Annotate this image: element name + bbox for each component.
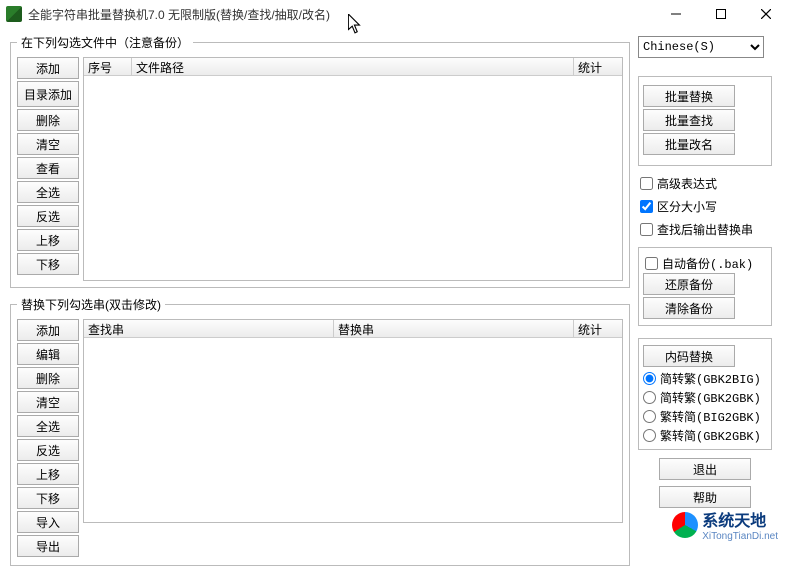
files-list[interactable]: 序号 文件路径 统计	[83, 57, 623, 281]
watermark: 系统天地 XiTongTianDi.net	[672, 507, 778, 542]
advanced-expr-check[interactable]: 高级表达式	[638, 174, 772, 193]
view-button[interactable]: 查看	[17, 157, 79, 179]
batch-rename-button[interactable]: 批量改名	[643, 133, 735, 155]
move-up-button[interactable]: 上移	[17, 229, 79, 251]
radio-s2t-gbk2big[interactable]: 简转繁(GBK2BIG)	[643, 369, 767, 388]
strings-list-body[interactable]	[84, 338, 622, 522]
strings-list-header: 查找串 替换串 统计	[84, 320, 622, 338]
str-invert-button[interactable]: 反选	[17, 439, 79, 461]
radio-t2s-gbk2gbk[interactable]: 繁转简(GBK2GBK)	[643, 426, 767, 445]
output-replaced-check[interactable]: 查找后输出替换串	[638, 220, 772, 239]
str-add-button[interactable]: 添加	[17, 319, 79, 341]
add-folder-button[interactable]: 目录添加	[17, 81, 79, 107]
case-sensitive-check[interactable]: 区分大小写	[638, 197, 772, 216]
delete-button[interactable]: 删除	[17, 109, 79, 131]
col-path[interactable]: 文件路径	[132, 58, 574, 75]
window-controls	[653, 0, 788, 28]
files-group: 在下列勾选文件中（注意备份） 添加 目录添加 删除 清空 查看 全选 反选 上移…	[10, 34, 630, 288]
minimize-button[interactable]	[653, 0, 698, 28]
invert-selection-button[interactable]: 反选	[17, 205, 79, 227]
output-replaced-checkbox[interactable]	[640, 223, 653, 236]
case-sensitive-checkbox[interactable]	[640, 200, 653, 213]
batch-replace-button[interactable]: 批量替换	[643, 85, 735, 107]
strings-list[interactable]: 查找串 替换串 统计	[83, 319, 623, 523]
app-icon	[6, 6, 22, 22]
col-stats[interactable]: 统计	[574, 58, 622, 75]
titlebar: 全能字符串批量替换机7.0 无限制版(替换/查找/抽取/改名)	[0, 0, 788, 28]
strings-group: 替换下列勾选串(双击修改) 添加 编辑 删除 清空 全选 反选 上移 下移 导入…	[10, 296, 630, 566]
watermark-brand: 系统天地	[702, 507, 778, 531]
col-no[interactable]: 序号	[84, 58, 132, 75]
select-all-button[interactable]: 全选	[17, 181, 79, 203]
strings-group-legend: 替换下列勾选串(双击修改)	[17, 296, 165, 313]
radio-t2s-big2gbk[interactable]: 繁转简(BIG2GBK)	[643, 407, 767, 426]
str-edit-button[interactable]: 编辑	[17, 343, 79, 365]
watermark-url: XiTongTianDi.net	[702, 531, 778, 542]
str-move-down-button[interactable]: 下移	[17, 487, 79, 509]
col-stats2[interactable]: 统计	[574, 320, 622, 337]
advanced-expr-checkbox[interactable]	[640, 177, 653, 190]
batch-find-button[interactable]: 批量查找	[643, 109, 735, 131]
radio-s2t-gbk2gbk[interactable]: 简转繁(GBK2GBK)	[643, 388, 767, 407]
export-button[interactable]: 导出	[17, 535, 79, 557]
import-button[interactable]: 导入	[17, 511, 79, 533]
autobackup-checkbox[interactable]	[645, 257, 658, 270]
exit-button[interactable]: 退出	[659, 458, 751, 480]
autobackup-check[interactable]: 自动备份(.bak)	[643, 254, 767, 273]
watermark-logo-icon	[672, 512, 698, 538]
window-title: 全能字符串批量替换机7.0 无限制版(替换/查找/抽取/改名)	[28, 6, 653, 23]
maximize-button[interactable]	[698, 0, 743, 28]
encoding-replace-button[interactable]: 内码替换	[643, 345, 735, 367]
str-select-all-button[interactable]: 全选	[17, 415, 79, 437]
cursor-icon	[348, 14, 362, 34]
str-clear-button[interactable]: 清空	[17, 391, 79, 413]
restore-backup-button[interactable]: 还原备份	[643, 273, 735, 295]
files-list-body[interactable]	[84, 76, 622, 280]
clear-button[interactable]: 清空	[17, 133, 79, 155]
add-button[interactable]: 添加	[17, 57, 79, 79]
move-down-button[interactable]: 下移	[17, 253, 79, 275]
col-replace[interactable]: 替换串	[334, 320, 574, 337]
files-list-header: 序号 文件路径 统计	[84, 58, 622, 76]
str-move-up-button[interactable]: 上移	[17, 463, 79, 485]
files-group-legend: 在下列勾选文件中（注意备份）	[17, 34, 193, 51]
files-sidebar-buttons: 添加 目录添加 删除 清空 查看 全选 反选 上移 下移	[17, 57, 79, 281]
str-delete-button[interactable]: 删除	[17, 367, 79, 389]
language-select[interactable]: Chinese(S)	[638, 36, 764, 58]
strings-sidebar-buttons: 添加 编辑 删除 清空 全选 反选 上移 下移 导入 导出	[17, 319, 79, 559]
close-button[interactable]	[743, 0, 788, 28]
clear-backup-button[interactable]: 清除备份	[643, 297, 735, 319]
col-find[interactable]: 查找串	[84, 320, 334, 337]
help-button[interactable]: 帮助	[659, 486, 751, 508]
